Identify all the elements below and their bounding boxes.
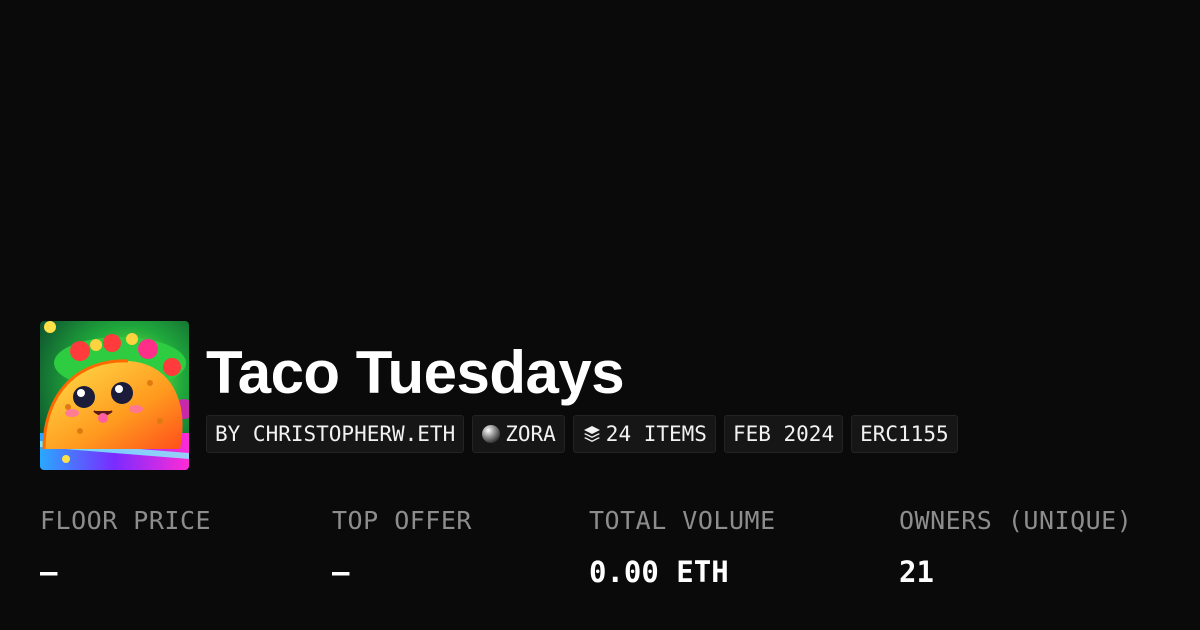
zora-orb-icon — [481, 424, 501, 444]
collection-tags: BY CHRISTOPHERW.ETH ZORA 24 ITEMS FEB 20… — [206, 415, 958, 453]
chain-tag-label: ZORA — [505, 422, 556, 446]
stat-label: OWNERS (UNIQUE) — [899, 506, 1133, 535]
stat-value: — — [332, 555, 350, 589]
collection-card: Taco Tuesdays BY CHRISTOPHERW.ETH ZORA 2… — [0, 0, 1200, 630]
creator-tag-label: BY CHRISTOPHERW.ETH — [215, 422, 456, 446]
layers-icon — [582, 424, 602, 444]
collection-title: Taco Tuesdays — [206, 339, 625, 406]
items-count-tag[interactable]: 24 ITEMS — [572, 415, 716, 453]
date-tag-label: FEB 2024 — [732, 422, 835, 446]
stat-floor-price: FLOOR PRICE — — [40, 504, 211, 590]
stat-value: 0.00 ETH — [589, 555, 729, 589]
stat-value: 21 — [899, 555, 934, 589]
items-count-label: 24 ITEMS — [605, 422, 707, 446]
standard-tag-label: ERC1155 — [860, 422, 949, 446]
collection-avatar — [40, 321, 189, 470]
creator-tag[interactable]: BY CHRISTOPHERW.ETH — [206, 415, 465, 453]
standard-tag: ERC1155 — [851, 415, 958, 453]
stat-value: — — [40, 555, 58, 589]
stat-label: TOTAL VOLUME — [589, 506, 776, 535]
chain-tag[interactable]: ZORA — [472, 415, 565, 453]
stat-label: TOP OFFER — [332, 506, 472, 535]
stat-owners: OWNERS (UNIQUE) 21 — [899, 504, 1132, 590]
stat-label: FLOOR PRICE — [40, 506, 212, 535]
taco-image — [40, 321, 189, 470]
stat-total-volume: TOTAL VOLUME 0.00 ETH — [589, 504, 776, 590]
stat-top-offer: TOP OFFER — — [332, 504, 472, 590]
date-tag: FEB 2024 — [723, 415, 844, 453]
